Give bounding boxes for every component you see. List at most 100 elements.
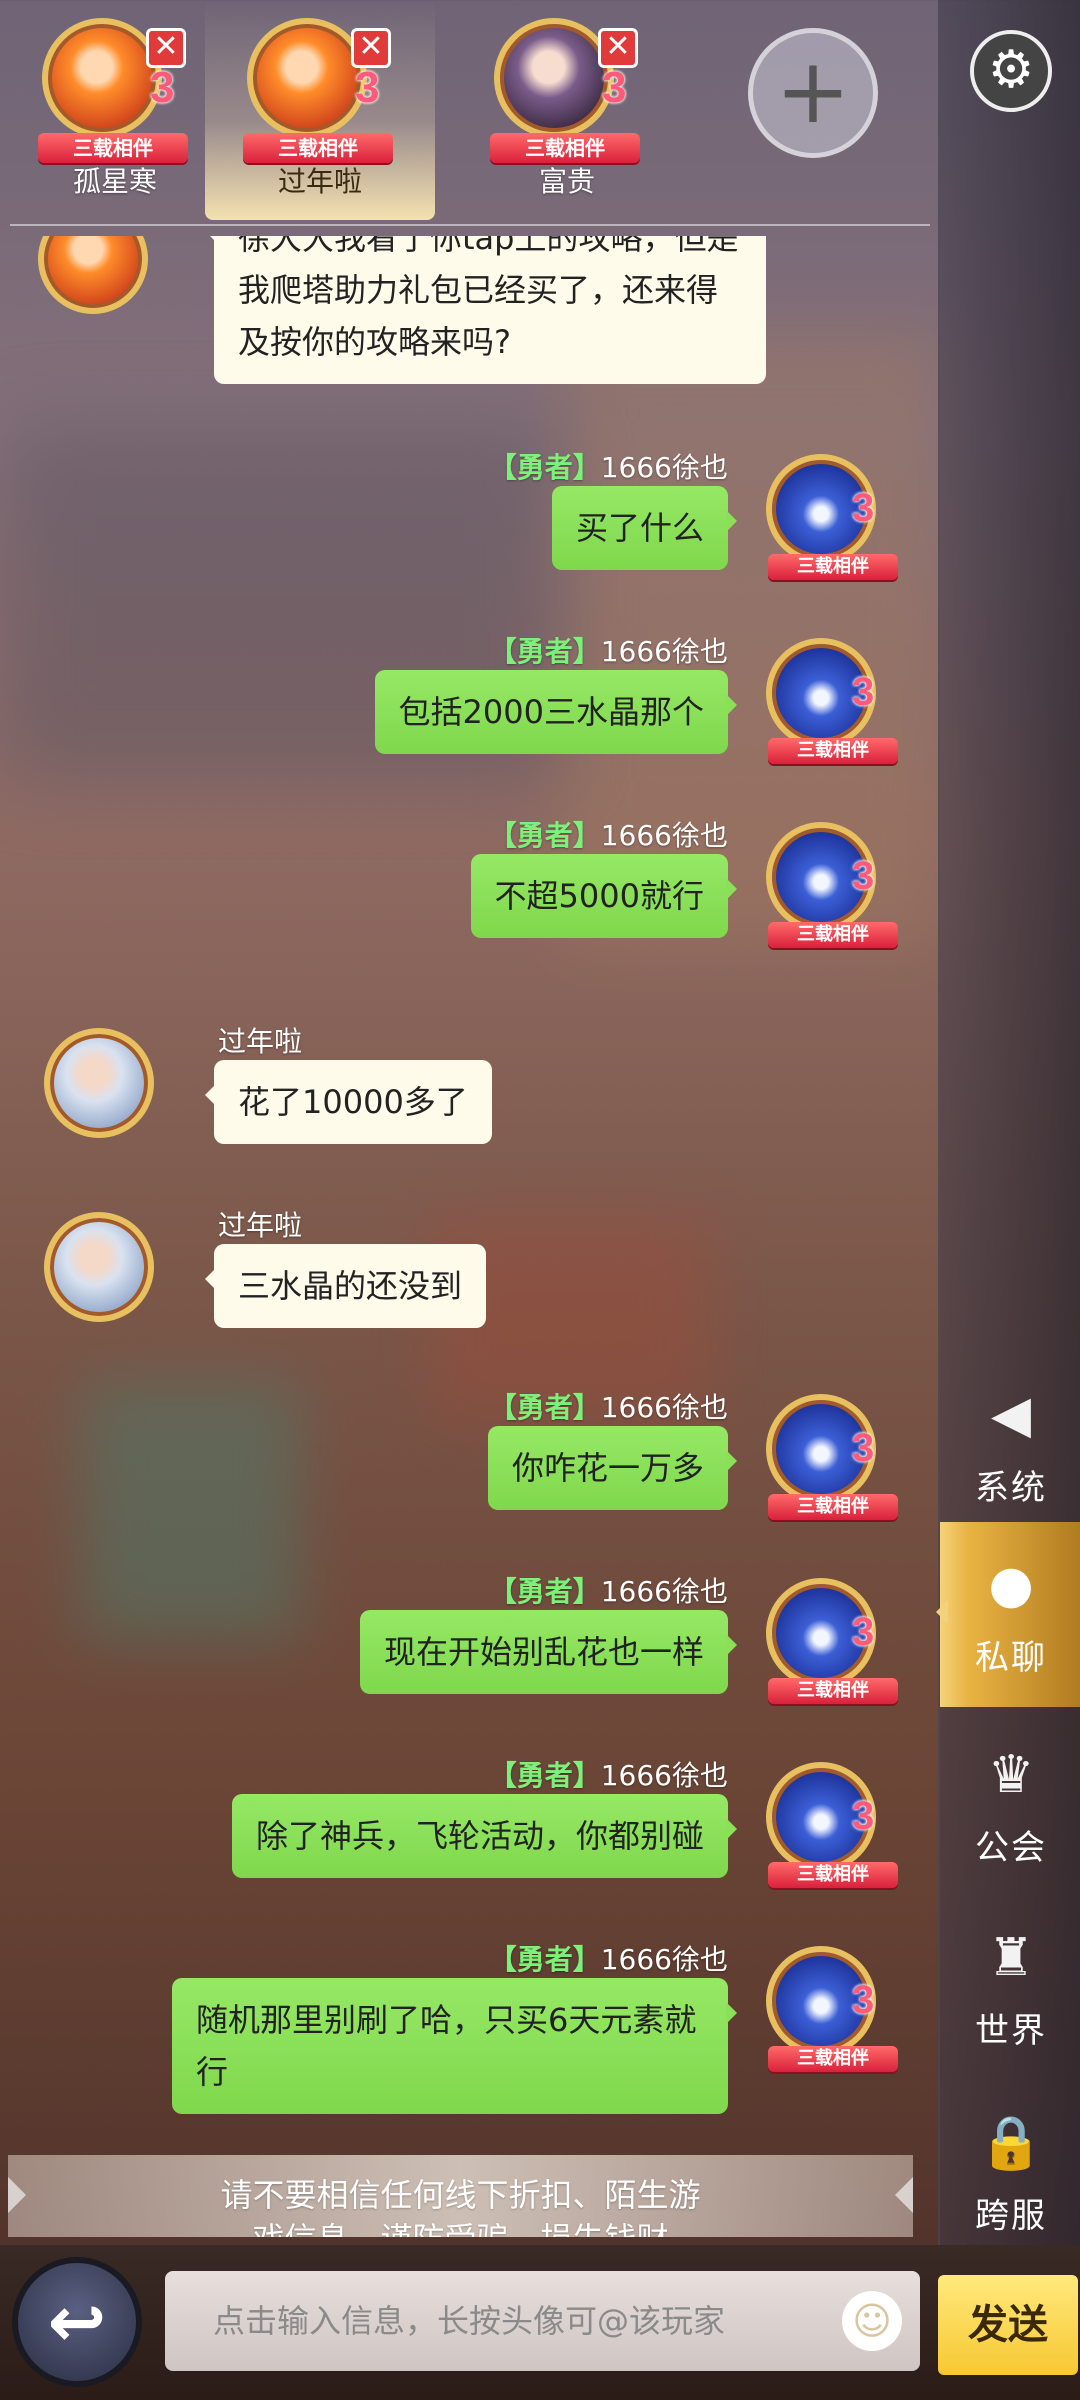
- anniversary-ribbon: 三载相伴: [768, 2046, 898, 2072]
- sender-name: 1666徐也: [600, 819, 728, 852]
- rank-tag: 【勇者】: [488, 635, 601, 668]
- sender-line: 【勇者】1666徐也: [489, 630, 728, 670]
- tab-label: 过年啦: [277, 165, 362, 198]
- rank-tag: 【勇者】: [488, 819, 601, 852]
- sidebar-item-world[interactable]: ♜ 世界: [940, 1895, 1080, 2080]
- anniversary-ribbon: 三载相伴: [243, 133, 393, 163]
- contact-tabs: 3 三载相伴 ✕ 孤星寒 3 三载相伴 ✕ 过年啦 3 三载相伴 ✕ 富贵 +: [0, 0, 935, 235]
- anniversary-ribbon: 三载相伴: [768, 1862, 898, 1888]
- avatar[interactable]: 3 三载相伴: [758, 1938, 898, 2078]
- avatar[interactable]: 3 三载相伴: [758, 1754, 898, 1894]
- anniversary-number: 3: [852, 1426, 875, 1470]
- anniversary-ribbon: 三载相伴: [768, 554, 898, 580]
- sender-name: 1666徐也: [600, 635, 728, 668]
- anniversary-ribbon: 三载相伴: [490, 133, 640, 163]
- input-bar: ↩ 点击输入信息，长按头像可@该玩家 ☺ 发送: [0, 2245, 1080, 2400]
- speaker-icon: ◀: [991, 1385, 1031, 1445]
- anniversary-ribbon: 三载相伴: [38, 133, 188, 163]
- close-icon[interactable]: ✕: [351, 28, 391, 68]
- close-icon[interactable]: ✕: [146, 28, 186, 68]
- sender-name: 过年啦: [218, 1025, 303, 1058]
- close-icon[interactable]: ✕: [598, 28, 638, 68]
- input-placeholder: 点击输入信息，长按头像可@该玩家: [213, 2302, 726, 2340]
- rank-tag: 【勇者】: [488, 1391, 601, 1424]
- message-bubble: 除了神兵，飞轮活动，你都别碰: [231, 1794, 738, 1878]
- anniversary-number: 3: [852, 1978, 875, 2022]
- message-bubble: 不超5000就行: [470, 854, 738, 938]
- sender-name: 1666徐也: [600, 1943, 728, 1976]
- contact-avatar: 3 三载相伴 ✕: [237, 8, 397, 168]
- contact-avatar: 3 三载相伴 ✕: [484, 8, 644, 168]
- contact-avatar: 3 三载相伴 ✕: [32, 8, 192, 168]
- channel-sidebar: ⚙ ◀ 系统 ● 私聊 ♛ 公会 ♜ 世界 🔒 跨服: [936, 0, 1080, 2400]
- avatar[interactable]: [36, 1020, 176, 1160]
- sidebar-item-label: 系统: [975, 1468, 1047, 1508]
- sender-line: 【勇者】1666徐也: [489, 446, 728, 486]
- back-button[interactable]: ↩: [12, 2257, 142, 2387]
- rank-tag: 【勇者】: [488, 1759, 601, 1792]
- add-contact-button[interactable]: +: [748, 28, 878, 158]
- rank-tag: 【勇者】: [488, 1575, 601, 1608]
- tab-label: 孤星寒: [72, 165, 157, 198]
- message-bubble: 徐大大我看了你tap上的攻略，但是我爬塔助力礼包已经买了，还来得及按你的攻略来吗…: [205, 236, 766, 384]
- anniversary-number: 3: [602, 63, 627, 112]
- sidebar-item-crossserver[interactable]: 🔒 跨服: [940, 2080, 1080, 2265]
- message-bubble: 包括2000三水晶那个: [374, 670, 738, 754]
- gear-icon[interactable]: ⚙: [970, 30, 1052, 112]
- sender-line: 【勇者】1666徐也: [489, 1754, 728, 1794]
- chat-log[interactable]: 徐大大我看了你tap上的攻略，但是我爬塔助力礼包已经买了，还来得及按你的攻略来吗…: [0, 236, 938, 2156]
- anniversary-number: 3: [852, 1794, 875, 1838]
- anniversary-number: 3: [355, 63, 380, 112]
- safety-notice: 请不要相信任何线下折扣、陌生游戏信息，谨防受骗，损失钱财: [8, 2155, 913, 2237]
- sender-name: 1666徐也: [600, 1391, 728, 1424]
- sidebar-item-guild[interactable]: ♛ 公会: [940, 1712, 1080, 1897]
- message-input[interactable]: 点击输入信息，长按头像可@该玩家 ☺: [165, 2271, 920, 2371]
- tab-divider: [10, 224, 930, 226]
- avatar[interactable]: [36, 1204, 176, 1344]
- emoji-icon[interactable]: ☺: [842, 2291, 902, 2351]
- sidebar-item-label: 跨服: [975, 2196, 1047, 2236]
- message-bubble: 现在开始别乱花也一样: [359, 1610, 738, 1694]
- anniversary-number: 3: [852, 854, 875, 898]
- rank-tag: 【勇者】: [488, 1943, 601, 1976]
- tab-contact-2[interactable]: 3 三载相伴 ✕ 过年啦: [205, 0, 435, 220]
- avatar[interactable]: 3 三载相伴: [758, 446, 898, 586]
- anniversary-ribbon: 三载相伴: [768, 922, 898, 948]
- message-bubble: 买了什么: [551, 486, 738, 570]
- sidebar-item-system[interactable]: ◀ 系统: [940, 1352, 1080, 1537]
- rank-tag: 【勇者】: [488, 451, 601, 484]
- sender-line: 【勇者】1666徐也: [489, 1570, 728, 1610]
- anniversary-number: 3: [852, 486, 875, 530]
- crown-icon: ♛: [987, 1745, 1035, 1805]
- avatar[interactable]: [30, 236, 170, 336]
- sidebar-item-private[interactable]: ● 私聊: [936, 1522, 1080, 1707]
- sender-line: 【勇者】1666徐也: [489, 1386, 728, 1426]
- people-icon: ●: [988, 1555, 1034, 1615]
- avatar[interactable]: 3 三载相伴: [758, 814, 898, 954]
- sender-name: 1666徐也: [600, 451, 728, 484]
- tab-contact-3[interactable]: 3 三载相伴 ✕ 富贵: [452, 0, 682, 220]
- avatar[interactable]: 3 三载相伴: [758, 1386, 898, 1526]
- anniversary-ribbon: 三载相伴: [768, 1678, 898, 1704]
- sidebar-item-label: 私聊: [975, 1638, 1047, 1678]
- sender-line: 【勇者】1666徐也: [489, 814, 728, 854]
- anniversary-ribbon: 三载相伴: [768, 1494, 898, 1520]
- message-bubble: 三水晶的还没到: [204, 1244, 487, 1328]
- notice-text: 请不要相信任何线下折扣、陌生游戏信息，谨防受骗，损失钱财: [220, 2176, 701, 2237]
- anniversary-number: 3: [852, 1610, 875, 1654]
- tab-contact-1[interactable]: 3 三载相伴 ✕ 孤星寒: [0, 0, 230, 220]
- sidebar-item-label: 世界: [975, 2011, 1047, 2051]
- anniversary-number: 3: [852, 670, 875, 714]
- lock-icon: 🔒: [978, 2113, 1044, 2173]
- avatar[interactable]: 3 三载相伴: [758, 630, 898, 770]
- anniversary-number: 3: [150, 63, 175, 112]
- avatar[interactable]: 3 三载相伴: [758, 1570, 898, 1710]
- send-button[interactable]: 发送: [938, 2275, 1078, 2375]
- tab-label: 富贵: [538, 165, 595, 198]
- sender-name: 1666徐也: [600, 1575, 728, 1608]
- tower-icon: ♜: [987, 1928, 1035, 1988]
- sidebar-item-label: 公会: [975, 1828, 1047, 1868]
- message-bubble: 花了10000多了: [205, 1060, 492, 1144]
- sender-name: 过年啦: [218, 1209, 303, 1242]
- anniversary-ribbon: 三载相伴: [768, 738, 898, 764]
